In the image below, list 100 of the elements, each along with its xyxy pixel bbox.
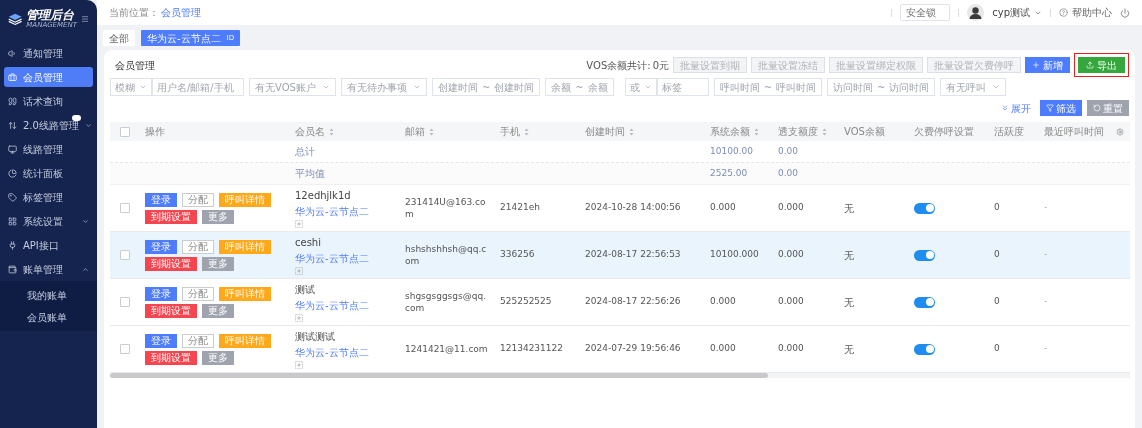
action-button[interactable]: 登录 — [145, 286, 177, 301]
action-button[interactable]: 到期设置 — [145, 303, 197, 318]
add-button[interactable]: 新增 — [1025, 57, 1070, 73]
action-button[interactable]: 到期设置 — [145, 256, 197, 271]
submenu-item[interactable]: 我的账单 — [0, 284, 97, 306]
sort-icon[interactable] — [329, 127, 334, 136]
node-link[interactable]: 华为云-云节点二 — [295, 345, 369, 360]
lock-field[interactable]: 安全锁 — [900, 4, 951, 21]
sidebar-item[interactable]: 会员管理 — [4, 67, 93, 87]
table-cell-text: 0 — [993, 201, 1001, 215]
tab[interactable]: 全部 — [103, 30, 135, 46]
sidebar-item[interactable]: 账单管理 — [4, 259, 93, 279]
table-cell-text: 0 — [993, 342, 1001, 356]
sort-icon[interactable] — [822, 127, 827, 136]
user-name[interactable]: cyp测试 — [992, 5, 1030, 20]
sort-icon[interactable] — [754, 127, 759, 136]
checkbox[interactable] — [120, 250, 130, 260]
table-cell-text: - — [1043, 295, 1049, 309]
sidebar-item[interactable]: 2.0线路管理 — [4, 115, 93, 135]
table-row[interactable]: 登录 分配 呼叫详情 到期设置 更多 ceshi 华为云-云节点二 hshshshhsh@qq.com 336256 2024-08-17 22:56:53 10100.000 0.000 无 0 - — [110, 232, 1130, 279]
member-name: 测试测试 — [295, 330, 335, 344]
action-button[interactable]: 呼叫详情 — [219, 333, 271, 348]
dropdown-field[interactable]: 有无呼叫 — [940, 78, 1007, 96]
action-button[interactable]: 呼叫详情 — [219, 239, 271, 254]
dropdown-field[interactable]: 有无VOS账户 — [249, 78, 336, 96]
action-button[interactable]: 到期设置 — [145, 350, 197, 365]
checkbox[interactable] — [120, 297, 130, 307]
action-button[interactable]: 更多 — [202, 303, 234, 318]
monitor-icon — [8, 144, 17, 154]
action-button[interactable]: 更多 — [202, 350, 234, 365]
sidebar-item[interactable]: 话术查询 — [4, 91, 93, 111]
sort-icon[interactable] — [429, 127, 434, 136]
scrollbar-thumb[interactable] — [110, 373, 768, 378]
member-name: ceshi — [295, 236, 321, 250]
node-link[interactable]: 华为云-云节点二 — [295, 298, 369, 313]
vos-total-label: VOS余额共计: — [586, 58, 651, 73]
wallet-icon — [8, 264, 17, 274]
action-button[interactable]: 到期设置 — [145, 209, 197, 224]
node-link[interactable]: 华为云-云节点二 — [295, 204, 369, 219]
dropdown-field[interactable]: 有无待办事项 — [340, 78, 427, 96]
toggle-switch[interactable] — [914, 296, 935, 308]
sort-icon[interactable] — [524, 127, 529, 136]
column-header: 操作 — [145, 125, 165, 139]
table-cell-text: 0.00 — [777, 144, 800, 158]
toggle-switch[interactable] — [914, 343, 935, 355]
column-header: VOS余额 — [844, 125, 885, 139]
range-field[interactable]: 访问时间 ~ 访问时间 — [827, 78, 936, 96]
breadcrumb-link[interactable]: 会员管理 — [161, 5, 201, 20]
sort-icon[interactable] — [629, 127, 634, 136]
search-field[interactable]: 标签 — [656, 78, 709, 96]
checkbox[interactable] — [120, 203, 130, 213]
plus-icon — [1032, 61, 1040, 69]
search-field[interactable]: 用户名/邮箱/手机 — [152, 78, 244, 96]
add-icon[interactable] — [295, 314, 303, 322]
checkbox[interactable] — [120, 126, 130, 137]
action-button[interactable]: 登录 — [145, 239, 177, 254]
add-icon[interactable] — [295, 361, 303, 369]
power-icon[interactable] — [1120, 7, 1130, 18]
action-button[interactable]: 分配 — [182, 333, 214, 348]
help-link[interactable]: 帮助中心 — [1072, 5, 1112, 20]
sidebar-item[interactable]: 线路管理 — [4, 139, 93, 159]
filter-button[interactable]: 筛选 — [1040, 100, 1082, 116]
sidebar-item[interactable]: API接口 — [4, 235, 93, 255]
action-button[interactable]: 登录 — [145, 333, 177, 348]
reset-button[interactable]: 重置 — [1087, 100, 1129, 116]
settings-icon[interactable] — [1116, 127, 1124, 136]
submenu-item[interactable]: 会员账单 — [0, 306, 97, 328]
avatar[interactable] — [967, 4, 985, 21]
action-button[interactable]: 登录 — [145, 192, 177, 207]
action-button[interactable]: 更多 — [202, 209, 234, 224]
action-button[interactable]: 分配 — [182, 239, 214, 254]
action-button[interactable]: 呼叫详情 — [219, 192, 271, 207]
select-field[interactable]: 模糊 — [110, 78, 152, 96]
table-cell-text: 0.000 — [709, 342, 737, 356]
add-icon[interactable] — [295, 220, 303, 228]
menu-icon[interactable] — [81, 15, 89, 23]
range-field[interactable]: 创建时间 ~ 创建时间 — [431, 78, 541, 96]
select-field[interactable]: 或 — [624, 78, 657, 96]
export-button[interactable]: 导出 — [1078, 57, 1125, 73]
range-field[interactable]: 呼叫时间 ~ 呼叫时间 — [713, 78, 823, 96]
expand-link[interactable]: 展开 — [1001, 100, 1031, 116]
toggle-switch[interactable] — [914, 202, 935, 214]
sidebar-item[interactable]: 标签管理 — [4, 187, 93, 207]
toggle-switch[interactable] — [914, 249, 935, 261]
add-icon[interactable] — [295, 267, 303, 275]
action-button[interactable]: 分配 — [182, 286, 214, 301]
sidebar-item[interactable]: 系统设置 — [4, 211, 93, 231]
breadcrumb-label: 当前位置： — [109, 6, 159, 20]
help-icon[interactable] — [1059, 8, 1068, 17]
action-button[interactable]: 更多 — [202, 256, 234, 271]
table-cell-text: 2024-08-17 22:56:26 — [584, 295, 682, 309]
action-button[interactable]: 呼叫详情 — [219, 286, 271, 301]
range-field[interactable]: 余额 ~ 余额 — [545, 78, 614, 96]
action-button[interactable]: 分配 — [182, 192, 214, 207]
column-header: 手机 — [500, 125, 520, 139]
checkbox[interactable] — [120, 344, 130, 354]
node-link[interactable]: 华为云-云节点二 — [295, 251, 369, 266]
table-cell-text: shgsgsggsgs@qq.com — [404, 290, 487, 314]
sidebar-item[interactable]: 统计面板 — [4, 163, 93, 183]
sidebar-item[interactable]: 通知管理 — [4, 43, 93, 63]
